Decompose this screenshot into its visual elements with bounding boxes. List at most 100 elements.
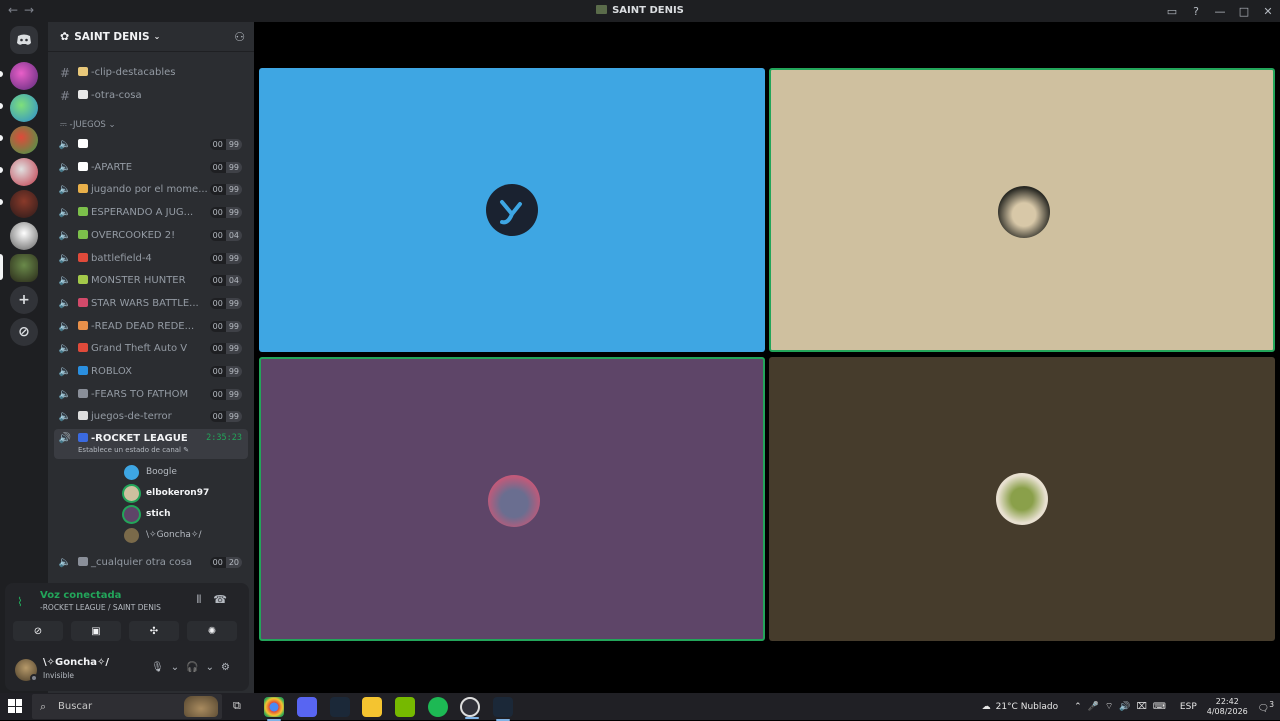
steam-window-icon[interactable] (493, 697, 513, 721)
voice-channel[interactable]: 🔈 jugando por el mome... 00 99 (54, 179, 248, 200)
file-explorer-icon[interactable] (362, 697, 382, 717)
chrome-icon[interactable] (264, 697, 284, 721)
text-channel[interactable]: # -clip-destacables (54, 62, 248, 83)
headphones-icon[interactable]: 🎧 (186, 662, 205, 673)
chevron-down-icon[interactable]: ⌄ (206, 662, 221, 673)
user-count: 00 99 (209, 139, 242, 150)
active-voice-channel[interactable]: 🔊 -ROCKET LEAGUE 2:35:23 Establece un es… (54, 429, 248, 459)
participant-tile[interactable] (769, 357, 1275, 641)
disconnect-icon[interactable]: ☎ (213, 593, 239, 606)
soundboard-button[interactable]: ✺ (187, 621, 237, 641)
server-icon-5[interactable] (10, 190, 38, 218)
user-count-limit: 99 (225, 139, 242, 150)
nvidia-icon[interactable] (395, 697, 415, 717)
invite-icon[interactable]: ⚇ (234, 30, 245, 44)
noise-suppression-icon[interactable]: ⦀ (196, 593, 213, 606)
server-icon-4[interactable] (10, 158, 38, 186)
username[interactable]: \✧Goncha✧/ (43, 657, 109, 668)
server-icon-1[interactable] (10, 62, 38, 90)
text-channel[interactable]: # -otra-cosa (54, 85, 248, 106)
voice-channel[interactable]: 🔈 STAR WARS BATTLE... 00 99 (54, 293, 248, 314)
windows-start-icon[interactable] (8, 699, 22, 713)
server-icon-2[interactable] (10, 94, 38, 122)
keyboard-icon[interactable]: ⌨ (1153, 702, 1172, 712)
add-server-icon[interactable]: + (10, 286, 38, 314)
avatar (998, 186, 1050, 238)
voice-channel[interactable]: 🔈 ESPERANDO A JUG... 00 99 (54, 202, 248, 223)
user-count: 00 99 (209, 366, 242, 377)
voice-channel-path[interactable]: -ROCKET LEAGUE / SAINT DENIS (40, 603, 161, 612)
emoji-icon (78, 229, 88, 239)
camera-off-button[interactable]: ⊘ (13, 621, 63, 641)
maximize-button[interactable]: □ (1232, 5, 1256, 18)
speaker-icon: 🔈 (58, 252, 72, 264)
user-count: 00 99 (209, 184, 242, 196)
wifi-icon[interactable]: ⌔ (1105, 702, 1119, 712)
server-icon-saint-denis[interactable] (10, 254, 38, 282)
activities-button[interactable]: ✣ (129, 621, 179, 641)
user-count: 00 20 (209, 557, 242, 568)
voice-channel[interactable]: 🔈 ROBLOX 00 99 (54, 361, 248, 382)
microphone-icon[interactable]: 🎙 (151, 662, 171, 673)
chevron-up-icon[interactable]: ⌃ (1074, 702, 1088, 712)
discord-home-icon[interactable] (10, 26, 38, 54)
participant-tile[interactable] (259, 357, 765, 641)
voice-channel[interactable]: 🔈 battlefield-4 00 99 (54, 248, 248, 269)
signal-icon[interactable]: ⌇ (17, 595, 23, 609)
steam-icon[interactable] (330, 697, 350, 717)
voice-member[interactable]: \✧Goncha✧/ (124, 525, 202, 545)
language-indicator[interactable]: ESP (1180, 702, 1197, 712)
avatar (124, 464, 139, 480)
voice-member[interactable]: elbokeron97 (124, 483, 209, 503)
obs-icon[interactable] (460, 697, 480, 719)
spotify-icon[interactable] (428, 697, 448, 717)
speaker-icon: 🔈 (58, 557, 72, 568)
participant-tile[interactable] (259, 68, 765, 352)
user-count-limit: 04 (225, 275, 242, 287)
voice-channel[interactable]: 🔈 Grand Theft Auto V 00 99 (54, 338, 248, 359)
help-icon[interactable]: ? (1184, 5, 1208, 18)
channel-name: -clip-destacables (91, 67, 176, 78)
task-view-icon[interactable]: ⧉ (233, 699, 241, 713)
voice-channel[interactable]: 🔈 _cualquier otra cosa 00 20 (54, 552, 248, 573)
notification-icon[interactable]: 🗨3 (1258, 700, 1274, 714)
voice-channel[interactable]: 🔈 juegos-de-terror 00 99 (54, 406, 248, 427)
voice-channel[interactable]: 🔈 00 99 (54, 134, 248, 155)
category-juegos[interactable]: ⎓ -JUEGOS ⌄ (60, 120, 116, 130)
minimize-button[interactable]: — (1208, 5, 1232, 18)
inbox-icon[interactable]: ▭ (1160, 5, 1184, 18)
explore-icon[interactable]: ⊘ (10, 318, 38, 346)
weather-text[interactable]: 21°C Nublado (996, 702, 1058, 712)
discord-icon[interactable] (297, 697, 317, 717)
channel-name: -otra-cosa (91, 90, 142, 101)
emoji-icon (78, 343, 88, 353)
network-icon[interactable]: ⌧ (1137, 702, 1153, 712)
chevron-down-icon[interactable]: ⌄ (171, 662, 186, 673)
notification-count: 3 (1269, 699, 1274, 709)
gear-icon[interactable]: ⚙ (221, 662, 237, 673)
speaker-icon: 🔈 (58, 184, 72, 196)
voice-channel[interactable]: 🔈 -READ DEAD REDE... 00 99 (54, 316, 248, 337)
server-icon-6[interactable] (10, 222, 38, 250)
user-count-limit: 04 (225, 229, 242, 241)
voice-connected-label[interactable]: Voz conectada (40, 590, 121, 601)
server-header[interactable]: ✿ SAINT DENIS ⌄ ⚇ (48, 22, 254, 52)
taskbar-search[interactable]: ⌕ Buscar (32, 694, 222, 719)
user-count-current: 00 (209, 229, 226, 241)
voice-member[interactable]: stich (124, 504, 171, 524)
screen-share-button[interactable]: ▣ (71, 621, 121, 641)
user-count-limit: 99 (225, 207, 242, 219)
voice-channel[interactable]: 🔈 OVERCOOKED 2! 00 04 (54, 225, 248, 246)
channel-status[interactable]: Establece un estado de canal ✎ (78, 446, 189, 454)
participant-tile[interactable] (769, 68, 1275, 352)
server-icon-3[interactable] (10, 126, 38, 154)
volume-icon[interactable]: 🔊 (1119, 702, 1136, 712)
emoji-icon (78, 161, 88, 171)
voice-channel[interactable]: 🔈 -FEARS TO FATHOM 00 99 (54, 384, 248, 405)
mic-tray-icon[interactable]: 🎤 (1088, 702, 1105, 712)
clock[interactable]: 22:42 4/08/2026 (1207, 697, 1248, 717)
voice-channel[interactable]: 🔈 -APARTE 00 99 (54, 157, 248, 178)
close-button[interactable]: ✕ (1256, 5, 1280, 18)
voice-channel[interactable]: 🔈 MONSTER HUNTER 00 04 (54, 270, 248, 291)
voice-member[interactable]: Boogle (124, 462, 177, 482)
